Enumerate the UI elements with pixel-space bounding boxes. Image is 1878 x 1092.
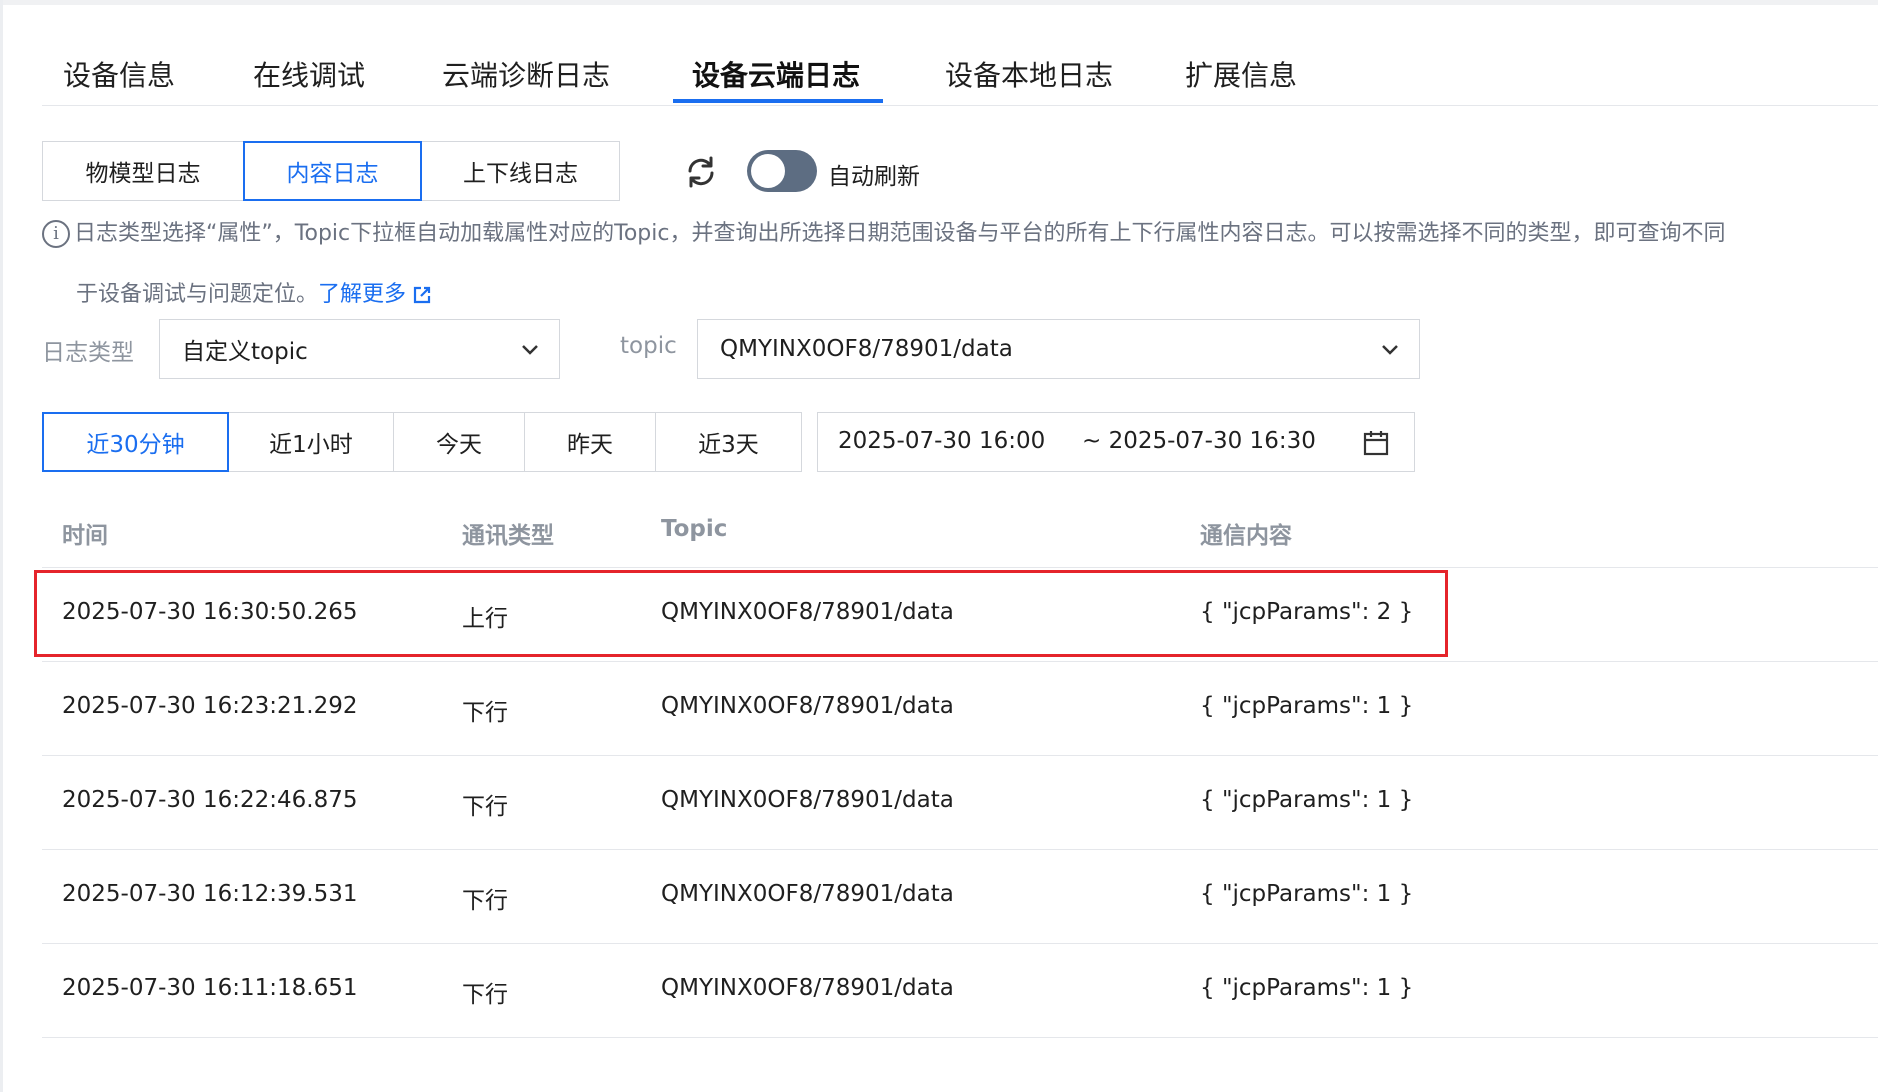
cell-comm-type: 下行 <box>462 700 508 726</box>
tab-online-debug[interactable]: 在线调试 <box>253 54 365 94</box>
subtab-online-offline-log[interactable]: 上下线日志 <box>421 141 620 201</box>
cell-topic: QMYINX0OF8/78901/data <box>661 881 954 907</box>
time-range-buttons: 近30分钟 近1小时 今天 昨天 近3天 <box>42 412 802 472</box>
learn-more-link[interactable]: 了解更多 <box>318 282 406 307</box>
range-last-3-days[interactable]: 近3天 <box>655 412 802 472</box>
info-text-line2: 于设备调试与问题定位。了解更多 <box>76 276 432 308</box>
auto-refresh-toggle[interactable] <box>747 150 817 192</box>
subtab-thing-model-log[interactable]: 物模型日志 <box>42 141 244 201</box>
table-row[interactable]: 2025-07-30 16:12:39.531 下行 QMYINX0OF8/78… <box>42 850 1878 944</box>
cell-content: { "jcpParams": 1 } <box>1200 693 1414 719</box>
cell-time: 2025-07-30 16:12:39.531 <box>62 881 358 907</box>
table-row[interactable]: 2025-07-30 16:22:46.875 下行 QMYINX0OF8/78… <box>42 756 1878 850</box>
log-type-label: 日志类型 <box>42 340 134 366</box>
info-text-line1: i 日志类型选择“属性”，Topic下拉框自动加载属性对应的Topic，并查询出所… <box>42 215 1878 248</box>
chevron-down-icon <box>522 345 538 355</box>
log-type-value: 自定义topic <box>182 339 308 365</box>
cell-comm-type: 上行 <box>462 606 508 632</box>
topic-select[interactable]: QMYINX0OF8/78901/data <box>697 319 1420 379</box>
tab-device-cloud-log[interactable]: 设备云端日志 <box>692 54 860 94</box>
topic-value: QMYINX0OF8/78901/data <box>720 336 1013 362</box>
info-icon: i <box>42 220 70 248</box>
active-tab-indicator <box>673 99 883 103</box>
cell-time: 2025-07-30 16:23:21.292 <box>62 693 358 719</box>
topic-label: topic <box>620 333 677 359</box>
cell-topic: QMYINX0OF8/78901/data <box>661 787 954 813</box>
cell-topic: QMYINX0OF8/78901/data <box>661 599 954 625</box>
date-start: 2025-07-30 16:00 <box>838 428 1046 454</box>
subtab-content-log[interactable]: 内容日志 <box>243 141 422 201</box>
toggle-knob <box>751 154 785 188</box>
log-subtabs: 物模型日志 内容日志 上下线日志 <box>42 141 620 201</box>
cell-topic: QMYINX0OF8/78901/data <box>661 693 954 719</box>
header-comm-type: 通讯类型 <box>462 523 554 549</box>
tab-device-local-log[interactable]: 设备本地日志 <box>945 54 1113 94</box>
cell-content: { "jcpParams": 2 } <box>1200 599 1414 625</box>
cell-time: 2025-07-30 16:22:46.875 <box>62 787 358 813</box>
table-row[interactable]: 2025-07-30 16:30:50.265 上行 QMYINX0OF8/78… <box>42 568 1878 662</box>
date-end: ~ 2025-07-30 16:30 <box>1082 428 1316 454</box>
info-text: 日志类型选择“属性”，Topic下拉框自动加载属性对应的Topic，并查询出所选… <box>74 221 1726 246</box>
info-text-cont: 于设备调试与问题定位。 <box>76 282 319 307</box>
external-link-icon[interactable] <box>412 285 432 305</box>
chevron-down-icon <box>1382 345 1398 355</box>
range-today[interactable]: 今天 <box>393 412 525 472</box>
cell-topic: QMYINX0OF8/78901/data <box>661 975 954 1001</box>
table-row[interactable]: 2025-07-30 16:11:18.651 下行 QMYINX0OF8/78… <box>42 944 1878 1038</box>
header-content: 通信内容 <box>1200 523 1292 549</box>
range-yesterday[interactable]: 昨天 <box>524 412 656 472</box>
cell-content: { "jcpParams": 1 } <box>1200 881 1414 907</box>
top-strip <box>0 0 1878 5</box>
cell-time: 2025-07-30 16:11:18.651 <box>62 975 358 1001</box>
cell-comm-type: 下行 <box>462 888 508 914</box>
left-border <box>0 0 3 1092</box>
header-time: 时间 <box>62 523 108 549</box>
range-last-1-hour[interactable]: 近1小时 <box>228 412 394 472</box>
table-row[interactable]: 2025-07-30 16:23:21.292 下行 QMYINX0OF8/78… <box>42 662 1878 756</box>
log-type-select[interactable]: 自定义topic <box>159 319 560 379</box>
cell-comm-type: 下行 <box>462 982 508 1008</box>
date-range-picker[interactable]: 2025-07-30 16:00 ~ 2025-07-30 16:30 <box>817 412 1415 472</box>
header-topic: Topic <box>661 516 728 542</box>
cell-time: 2025-07-30 16:30:50.265 <box>62 599 358 625</box>
tab-cloud-diagnostic-log[interactable]: 云端诊断日志 <box>442 54 610 94</box>
tab-extended-info[interactable]: 扩展信息 <box>1185 54 1297 94</box>
calendar-icon[interactable] <box>1362 429 1390 457</box>
cell-content: { "jcpParams": 1 } <box>1200 975 1414 1001</box>
table-header: 时间 通讯类型 Topic 通信内容 <box>42 500 1878 568</box>
range-last-30-min[interactable]: 近30分钟 <box>42 412 229 472</box>
cell-content: { "jcpParams": 1 } <box>1200 787 1414 813</box>
log-table: 时间 通讯类型 Topic 通信内容 2025-07-30 16:30:50.2… <box>42 500 1878 1038</box>
refresh-icon[interactable] <box>684 155 718 189</box>
main-tabs: 设备信息 在线调试 云端诊断日志 设备云端日志 设备本地日志 扩展信息 <box>42 48 1878 106</box>
tab-device-info[interactable]: 设备信息 <box>63 54 175 94</box>
cell-comm-type: 下行 <box>462 794 508 820</box>
auto-refresh-label: 自动刷新 <box>828 164 920 190</box>
